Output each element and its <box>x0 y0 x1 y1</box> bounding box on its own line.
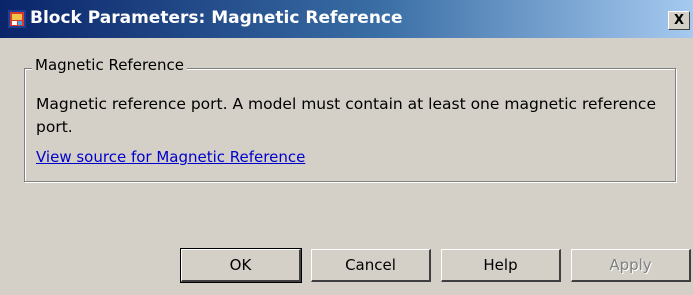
close-button[interactable]: X <box>668 11 690 30</box>
cancel-button[interactable]: Cancel <box>311 249 431 282</box>
close-icon: X <box>673 13 685 28</box>
ok-button[interactable]: OK <box>180 248 302 283</box>
block-description: Magnetic reference port. A model must co… <box>36 95 656 136</box>
apply-button[interactable]: Apply <box>571 249 691 282</box>
help-button[interactable]: Help <box>441 249 561 282</box>
group-legend: Magnetic Reference <box>32 56 187 74</box>
block-parameters-dialog: Block Parameters: Magnetic Reference X M… <box>0 0 693 295</box>
title-bar[interactable]: Block Parameters: Magnetic Reference X <box>0 0 693 38</box>
simulink-block-icon <box>8 10 26 28</box>
window-title: Block Parameters: Magnetic Reference <box>30 8 403 28</box>
view-source-link[interactable]: View source for Magnetic Reference <box>36 148 305 166</box>
